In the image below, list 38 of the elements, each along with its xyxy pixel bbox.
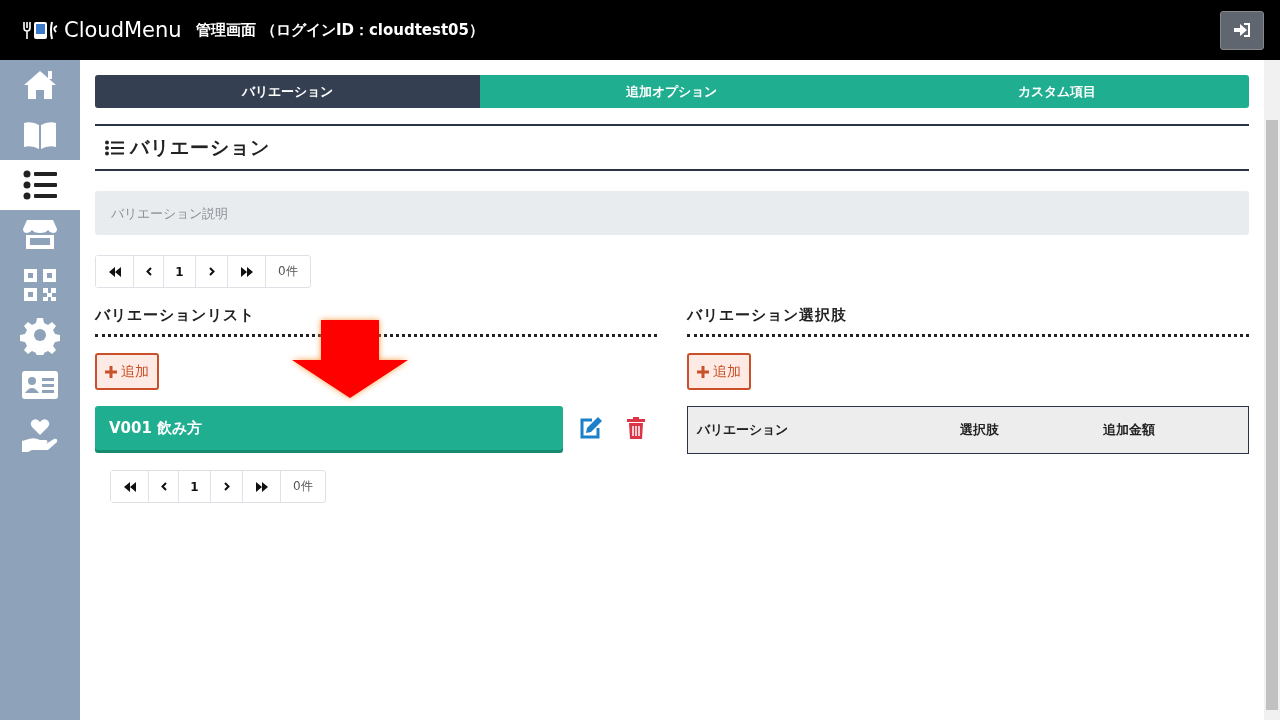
add-button[interactable]: 追加: [687, 353, 751, 390]
section-heading: バリエーション: [130, 134, 270, 160]
record-count: 0件: [292, 478, 314, 495]
description-field[interactable]: バリエーション説明: [95, 191, 1249, 235]
tab[interactable]: バリエーション: [95, 75, 480, 108]
plus-icon: [105, 365, 117, 378]
tab[interactable]: 追加オプション: [479, 75, 865, 108]
column-header: 選択肢: [951, 406, 1094, 454]
edit-icon: [579, 417, 603, 439]
trash-icon: [627, 417, 645, 439]
double-right-arrow-icon: [255, 481, 268, 492]
logout-button[interactable]: [1220, 10, 1264, 50]
delete-button[interactable]: [627, 417, 645, 439]
column-header: バリエーション: [687, 406, 951, 454]
double-right-arrow-icon: [240, 266, 253, 277]
sidebar-item[interactable]: [0, 160, 80, 210]
edit-button[interactable]: [579, 417, 603, 439]
double-left-arrow-icon: [108, 266, 121, 277]
chevron-left-icon: [160, 482, 167, 491]
scrollbar[interactable]: [1264, 60, 1280, 720]
first-page-button[interactable]: [96, 256, 134, 287]
record-count: 0件: [277, 263, 299, 280]
column-header: 追加金額: [1094, 406, 1249, 454]
tab[interactable]: カスタム項目: [864, 75, 1249, 108]
page-title: 管理画面 （ログインID：cloudtest05）: [195, 20, 484, 40]
column-heading: バリエーション選択肢: [687, 306, 1249, 337]
chevron-right-icon: [208, 267, 215, 276]
chevron-right-icon: [223, 482, 230, 491]
sign-out-icon: [1234, 23, 1250, 37]
chevron-left-icon: [145, 267, 152, 276]
double-left-arrow-icon: [123, 481, 136, 492]
plus-icon: [697, 365, 709, 378]
variation-item[interactable]: V001 飲み方: [95, 406, 563, 450]
app-logo: CloudMenu: [64, 18, 182, 42]
add-button[interactable]: 追加: [95, 353, 159, 390]
settings-icon: [20, 315, 60, 355]
list-icon: [105, 139, 124, 156]
first-page-button[interactable]: [111, 471, 149, 502]
